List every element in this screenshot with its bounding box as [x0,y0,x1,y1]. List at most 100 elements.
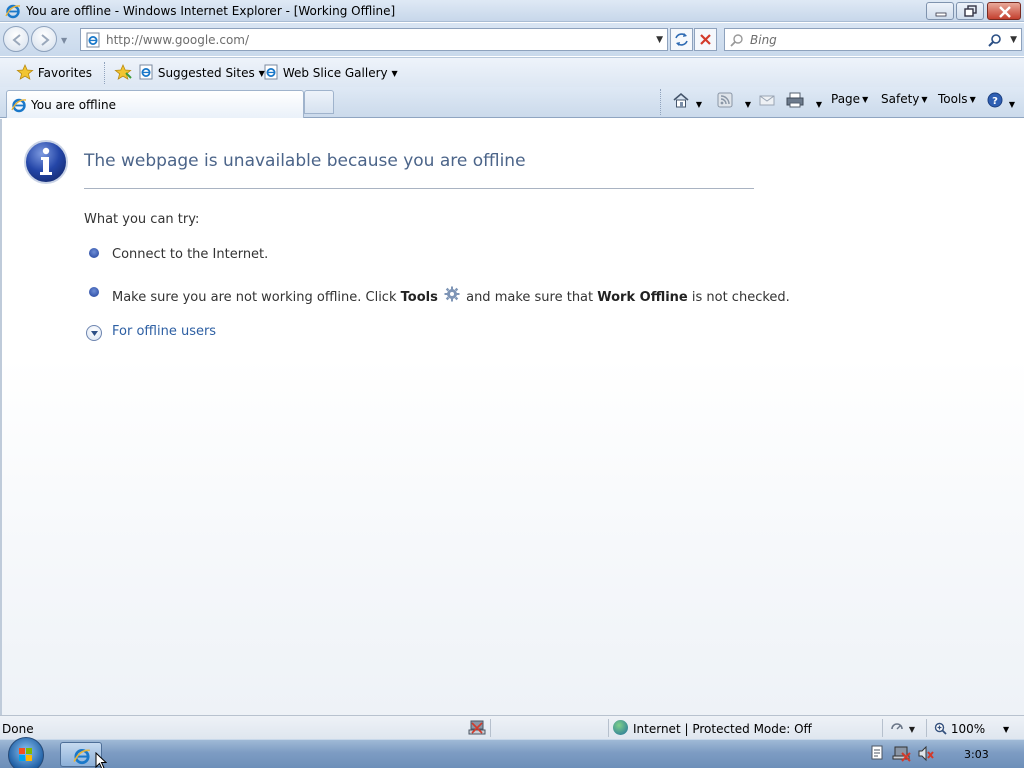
favorites-button[interactable]: Favorites [16,64,92,82]
chevron-down-icon[interactable]: ▼ [1009,100,1015,109]
page-menu[interactable]: Page ▼ [831,92,868,112]
status-bar: Done Internet | Protected Mode: Off ▼ 10… [0,715,1024,739]
safety-menu-label: Safety [881,92,920,106]
tools-menu[interactable]: Tools ▼ [938,92,976,112]
new-tab-button[interactable] [304,90,334,114]
info-icon [24,140,68,184]
windows-logo-icon [19,748,32,761]
chevron-down-icon[interactable]: ▼ [816,100,822,109]
zoom-value: 100% [950,722,986,736]
favorites-bar: Favorites Suggested Sites ▼ Web Slice Ga… [0,57,1024,87]
recent-pages-dropdown[interactable]: ▼ [61,36,67,45]
page-title: The webpage is unavailable because you a… [84,151,526,171]
start-button[interactable] [8,737,44,768]
read-mail-button[interactable] [759,92,775,112]
action-center-icon[interactable] [871,745,883,760]
zoom-level-button[interactable]: 100% ▼ [934,722,1009,736]
chevron-down-icon[interactable]: ▼ [696,100,702,109]
search-options-dropdown[interactable]: ▼ [1010,35,1017,45]
restore-button[interactable] [956,2,984,20]
star-icon [16,64,34,80]
title-bar[interactable]: You are offline - Windows Internet Explo… [0,0,1024,22]
globe-icon [613,720,628,735]
tray-icons [871,745,934,762]
search-go-icon[interactable] [988,33,1002,47]
security-zone[interactable]: Internet | Protected Mode: Off [633,722,812,736]
home-icon [673,92,689,108]
suggested-sites-label: Suggested Sites [157,66,255,80]
expand-offline-users-button[interactable] [86,325,102,341]
work-offline-emphasis: Work Offline [597,290,688,305]
minimize-button[interactable] [926,2,954,20]
address-dropdown[interactable]: ▼ [656,35,663,45]
chevron-down-icon: ▼ [391,69,398,78]
mail-icon [759,95,775,106]
protected-mode-icon [891,723,903,730]
add-favorite-star-icon [114,64,132,80]
chevron-down-icon [91,331,98,336]
status-separator [608,719,609,737]
search-box[interactable]: Bing ▼ [724,28,1022,51]
forward-button[interactable] [31,26,57,52]
tab-label: You are offline [31,98,116,112]
home-button[interactable]: ▼ [672,92,702,112]
compatibility-refresh-button[interactable] [670,28,693,51]
status-separator [926,719,927,737]
printer-icon [786,92,804,108]
refresh-icon [675,33,688,46]
favorites-separator [104,62,105,84]
network-disconnected-icon[interactable] [892,746,911,762]
mouse-pointer-icon [95,752,107,768]
address-field[interactable]: http://www.google.com/ ▼ [80,28,668,51]
protected-mode-options-button[interactable]: ▼ [889,720,915,739]
bullet-icon [89,248,99,258]
add-to-favorites-bar-button[interactable] [114,64,132,82]
page-menu-label: Page [831,92,861,106]
feeds-button[interactable]: ▼ [717,92,751,112]
close-icon [999,6,1011,18]
status-separator [882,719,883,737]
search-icon [730,34,743,47]
favorites-label: Favorites [37,66,93,80]
status-separator [490,719,491,737]
tab-you-are-offline[interactable]: You are offline [6,90,304,118]
suggested-sites-link[interactable]: Suggested Sites ▼ [138,64,265,82]
chevron-down-icon: ▼ [1002,725,1010,734]
chevron-down-icon: ▼ [862,95,869,104]
ie-page-icon [264,64,278,80]
search-placeholder: Bing [750,33,777,47]
stop-button[interactable] [694,28,717,51]
gear-icon [444,286,460,302]
command-separator [660,89,661,115]
chevron-down-icon: ▼ [921,95,928,104]
suggestion-text-1: Make sure you are not working offline. C… [112,290,401,305]
suggestion-work-offline: Make sure you are not working offline. C… [112,286,790,305]
working-offline-icon [468,720,486,735]
navigation-bar: ▼ http://www.google.com/ ▼ Bing ▼ [0,23,1024,56]
heading-divider [84,188,754,189]
tools-menu-label: Tools [938,92,968,106]
address-url: http://www.google.com/ [106,33,250,47]
ie-logo-icon [73,749,90,765]
chevron-down-icon: ▼ [908,725,915,734]
arrow-left-icon [12,34,21,46]
close-window-button[interactable] [987,2,1021,20]
offline-users-link[interactable]: For offline users [112,324,216,339]
restore-icon [964,5,977,17]
suggestions-label: What you can try: [84,212,200,227]
help-button[interactable]: ? ▼ [987,92,1015,112]
taskbar-clock[interactable]: 3:03 [964,748,989,761]
safety-menu[interactable]: Safety ▼ [881,92,928,112]
chevron-down-icon: ▼ [969,95,976,104]
status-text: Done [2,722,34,736]
chevron-down-icon[interactable]: ▼ [745,100,751,109]
web-slice-gallery-link[interactable]: Web Slice Gallery ▼ [263,64,398,82]
zoom-icon [934,722,947,735]
back-button[interactable] [3,26,29,52]
print-button[interactable]: ▼ [786,92,822,112]
suggestion-connect: Connect to the Internet. [112,247,269,262]
suggestion-text-3: is not checked. [687,290,790,305]
svg-text:?: ? [992,96,998,107]
ie-page-icon [86,32,100,48]
volume-muted-icon[interactable] [918,745,934,762]
